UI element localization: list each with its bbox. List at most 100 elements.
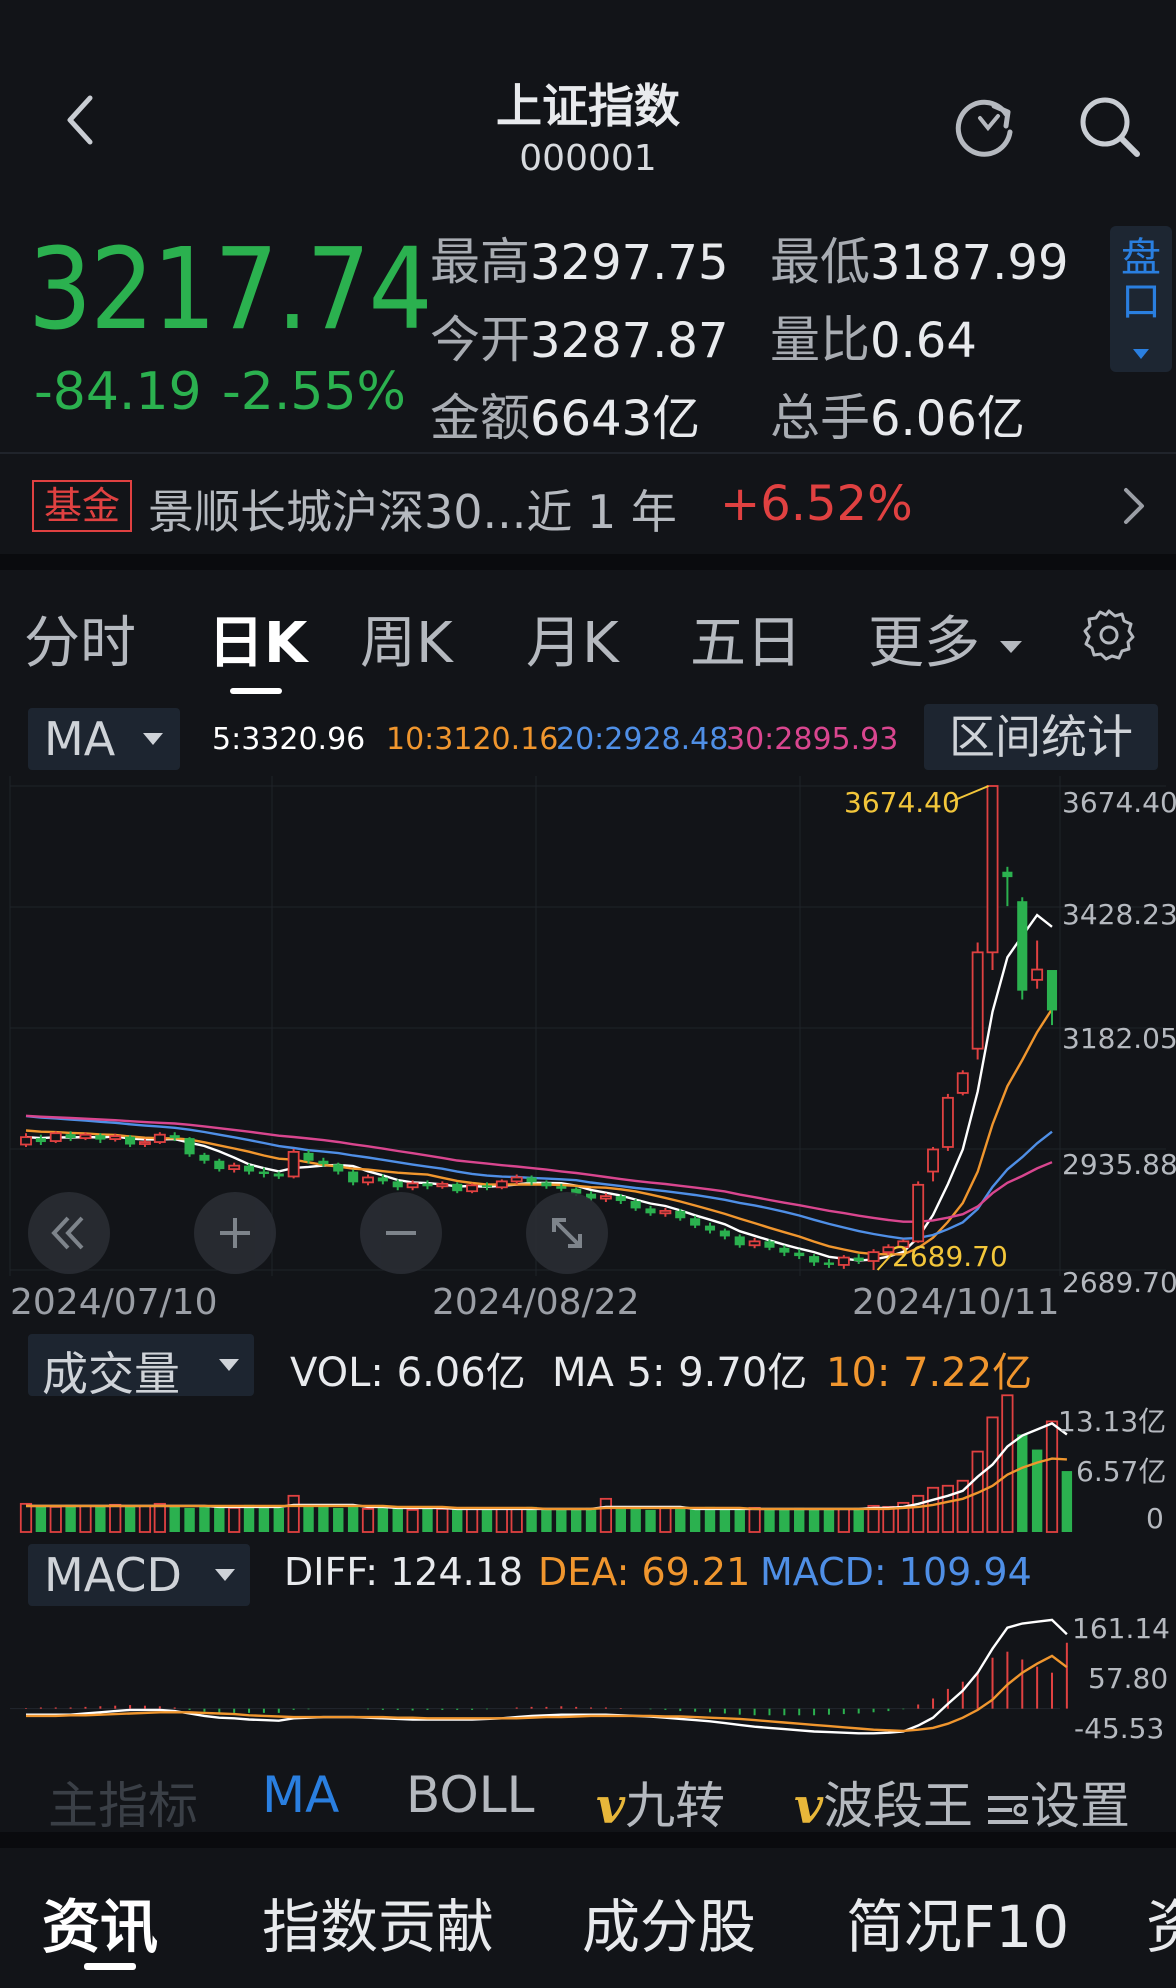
index-code: 000001 <box>519 138 657 179</box>
candle-down <box>1046 970 1058 1011</box>
indicator-settings[interactable]: 设置 <box>986 1766 1130 1838</box>
volume-bar-down <box>645 1509 656 1532</box>
candle-down <box>779 1247 790 1253</box>
volume-bar-up <box>912 1494 925 1533</box>
macd-chart[interactable] <box>0 1604 1176 1744</box>
volume-bar-down <box>243 1504 255 1532</box>
stat-open: 今开3287.87 <box>430 300 729 372</box>
volume-bar-up <box>1045 1420 1059 1533</box>
volume-bar-up <box>49 1505 62 1533</box>
tab-weekly-k[interactable]: 周K <box>360 598 453 679</box>
candle-down <box>452 1183 463 1192</box>
fullscreen-button[interactable] <box>526 1192 608 1274</box>
volume-bar-up <box>406 1508 419 1533</box>
candle-down <box>422 1183 433 1187</box>
stat-label: 今开 <box>430 311 530 369</box>
candle-down <box>333 1164 344 1172</box>
indicator-main[interactable]: 主指标 <box>48 1766 198 1838</box>
nav-more-cut[interactable]: 资 <box>1146 1880 1176 1964</box>
indicator-nine-turn[interactable]: v九转 <box>596 1766 725 1838</box>
chevron-right-icon[interactable] <box>1122 486 1146 526</box>
nav-constituents[interactable]: 成分股 <box>582 1880 756 1964</box>
tab-daily-k[interactable]: 日K <box>208 598 307 679</box>
volume-bar-up <box>361 1507 375 1533</box>
zoom-out-button[interactable] <box>360 1192 442 1274</box>
ma-selector-label: MA <box>44 712 116 766</box>
search-icon[interactable] <box>1075 92 1145 162</box>
vol-axis-label: 6.57亿 <box>1076 1455 1167 1488</box>
candle-down <box>199 1154 210 1161</box>
back-arrow-icon[interactable] <box>60 90 100 150</box>
nav-index-contribution[interactable]: 指数贡献 <box>262 1880 494 1964</box>
volume-bar-up <box>659 1505 672 1533</box>
refresh-icon[interactable] <box>950 92 1020 162</box>
volume-bar-up <box>986 1416 999 1533</box>
nav-profile-f10[interactable]: 简况F10 <box>846 1880 1069 1964</box>
tab-monthly-k[interactable]: 月K <box>526 598 619 679</box>
volume-bar-down <box>184 1507 195 1532</box>
volume-bar-up <box>926 1486 940 1533</box>
volume-bar-down <box>541 1508 552 1532</box>
candle-down <box>273 1173 284 1177</box>
candle-up <box>495 1180 508 1189</box>
macd-value: MACD: 109.94 <box>760 1550 1032 1594</box>
candle-up <box>406 1182 419 1189</box>
volume-selector[interactable]: 成交量 <box>28 1334 254 1401</box>
volume-bar-up <box>436 1507 449 1533</box>
stat-high: 最高3297.75 <box>430 222 729 294</box>
triangle-down-icon <box>219 1359 239 1371</box>
indicator-wave-king[interactable]: v波段王 <box>794 1766 973 1838</box>
macd-dea: DEA: 69.21 <box>538 1550 751 1594</box>
volume-bar-down <box>764 1508 775 1532</box>
order-book-button[interactable]: 盘口 <box>1110 226 1172 372</box>
volume-bar-up <box>228 1506 241 1533</box>
candle-down <box>645 1208 656 1214</box>
ma30-value: 30:2895.93 <box>726 722 899 757</box>
candle-down <box>526 1177 537 1183</box>
scroll-left-button[interactable] <box>28 1192 110 1274</box>
y-axis-label: 3674.40 <box>1062 786 1176 819</box>
y-axis-label: 2935.88 <box>1062 1148 1176 1181</box>
candle-down <box>690 1218 701 1226</box>
fund-tag: 基金 <box>32 480 132 532</box>
zoom-in-button[interactable] <box>194 1192 276 1274</box>
volume-chart[interactable] <box>0 1392 1176 1540</box>
ma-selector[interactable]: MA <box>28 708 180 770</box>
candle-up <box>49 1132 62 1142</box>
indicator-boll[interactable]: BOLL <box>406 1766 535 1824</box>
candle-up <box>510 1176 523 1183</box>
candle-down <box>734 1236 745 1246</box>
indicator-settings-label: 设置 <box>1030 1777 1130 1835</box>
volume-bar-down <box>734 1509 745 1532</box>
tab-five-day[interactable]: 五日 <box>690 598 802 679</box>
candle-down <box>258 1171 269 1175</box>
candle-up <box>941 1096 954 1148</box>
nav-news[interactable]: 资讯 <box>42 1880 158 1964</box>
macd-selector[interactable]: MACD <box>28 1544 250 1606</box>
gear-icon[interactable] <box>1082 608 1136 662</box>
tab-more[interactable]: 更多 <box>868 598 1024 679</box>
volume-bar-down <box>333 1507 344 1532</box>
candle-down <box>764 1241 775 1248</box>
volume-bar-down <box>794 1507 805 1532</box>
x-axis-date: 2024/07/10 <box>10 1282 218 1323</box>
tab-intraday[interactable]: 分时 <box>24 598 136 679</box>
triangle-down-icon <box>143 733 163 745</box>
range-stats-button[interactable]: 区间统计 <box>924 704 1158 770</box>
low-marker-label: 2689.70 <box>892 1240 1008 1273</box>
candle-down <box>377 1177 388 1182</box>
volume-bar-down <box>452 1508 463 1532</box>
candle-down <box>809 1256 820 1263</box>
candle-down <box>704 1225 716 1231</box>
candle-down <box>348 1171 359 1183</box>
volume-bar-down <box>630 1508 641 1532</box>
active-tab-indicator <box>230 688 282 694</box>
candle-up <box>79 1133 92 1140</box>
tab-more-label: 更多 <box>868 611 980 676</box>
indicator-ma[interactable]: MA <box>262 1766 339 1824</box>
volume-bar-up <box>882 1505 895 1533</box>
volume-bar-down <box>719 1508 731 1532</box>
minus-icon <box>386 1231 416 1235</box>
volume-bar-down <box>273 1507 284 1532</box>
candle-down <box>481 1185 493 1188</box>
